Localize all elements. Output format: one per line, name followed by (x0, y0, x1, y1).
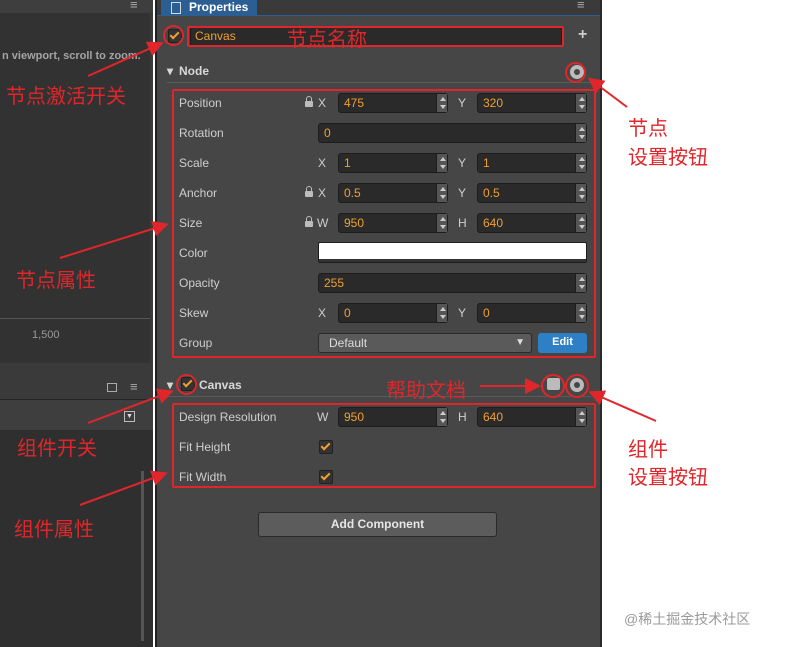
viewport-ruler (0, 318, 150, 319)
scene-panel: ≡ n viewport, scroll to zoom. 1,500 (0, 0, 153, 376)
add-component-button[interactable]: Add Component (258, 512, 497, 537)
annotation-circle (565, 62, 586, 83)
annotation-box-node-name (187, 26, 564, 47)
annotation-box-component-properties (172, 403, 596, 488)
component-title: Canvas (199, 378, 242, 392)
divider (167, 82, 591, 83)
tab-properties-label: Properties (189, 0, 249, 14)
annotation-node-settings-2: 设置按钮 (628, 145, 708, 169)
annotation-circle (163, 25, 184, 46)
maximize-icon[interactable] (107, 383, 117, 392)
annotation-node-active: 节点激活开关 (6, 84, 126, 108)
dropdown-toggle-icon[interactable]: ▼ (124, 411, 135, 422)
panel-menu-icon[interactable]: ≡ (130, 0, 138, 12)
panel-menu-icon[interactable]: ≡ (130, 379, 138, 394)
annotation-circle (176, 374, 197, 395)
annotation-node-settings-1: 节点 (628, 116, 668, 140)
hierarchy-panel: ≡ ▼ (0, 376, 153, 647)
annotation-node-properties: 节点属性 (16, 268, 96, 292)
viewport-hint: n viewport, scroll to zoom. (2, 50, 141, 62)
annotation-component-properties: 组件属性 (14, 517, 94, 541)
node-collapse-icon[interactable]: ▾ (167, 64, 173, 78)
annotation-node-name: 节点名称 (287, 27, 367, 51)
document-icon (171, 2, 181, 14)
annotation-box-node-properties (172, 89, 596, 358)
scene-toolbar: ≡ (0, 0, 153, 13)
annotation-circle (565, 374, 589, 398)
component-collapse-icon[interactable]: ▾ (167, 378, 173, 392)
add-button[interactable]: + (578, 26, 587, 44)
annotation-component-settings-2: 设置按钮 (628, 465, 708, 489)
annotation-component-switch: 组件开关 (17, 436, 97, 460)
tab-properties[interactable]: Properties (161, 0, 257, 16)
panel-menu-icon[interactable]: ≡ (577, 0, 585, 12)
annotation-circle (541, 374, 565, 398)
hierarchy-tabbar: ≡ (0, 376, 153, 400)
node-section-title: Node (179, 64, 209, 78)
annotation-help-docs: 帮助文档 (386, 378, 466, 402)
scene-viewport[interactable]: n viewport, scroll to zoom. 1,500 (0, 13, 150, 363)
add-component-label: Add Component (330, 517, 425, 531)
annotation-component-settings-1: 组件 (628, 437, 668, 461)
viewport-tick-label: 1,500 (32, 329, 60, 341)
scrollbar[interactable] (141, 471, 144, 641)
divider (167, 396, 591, 397)
watermark: @稀土掘金技术社区 (624, 611, 751, 627)
